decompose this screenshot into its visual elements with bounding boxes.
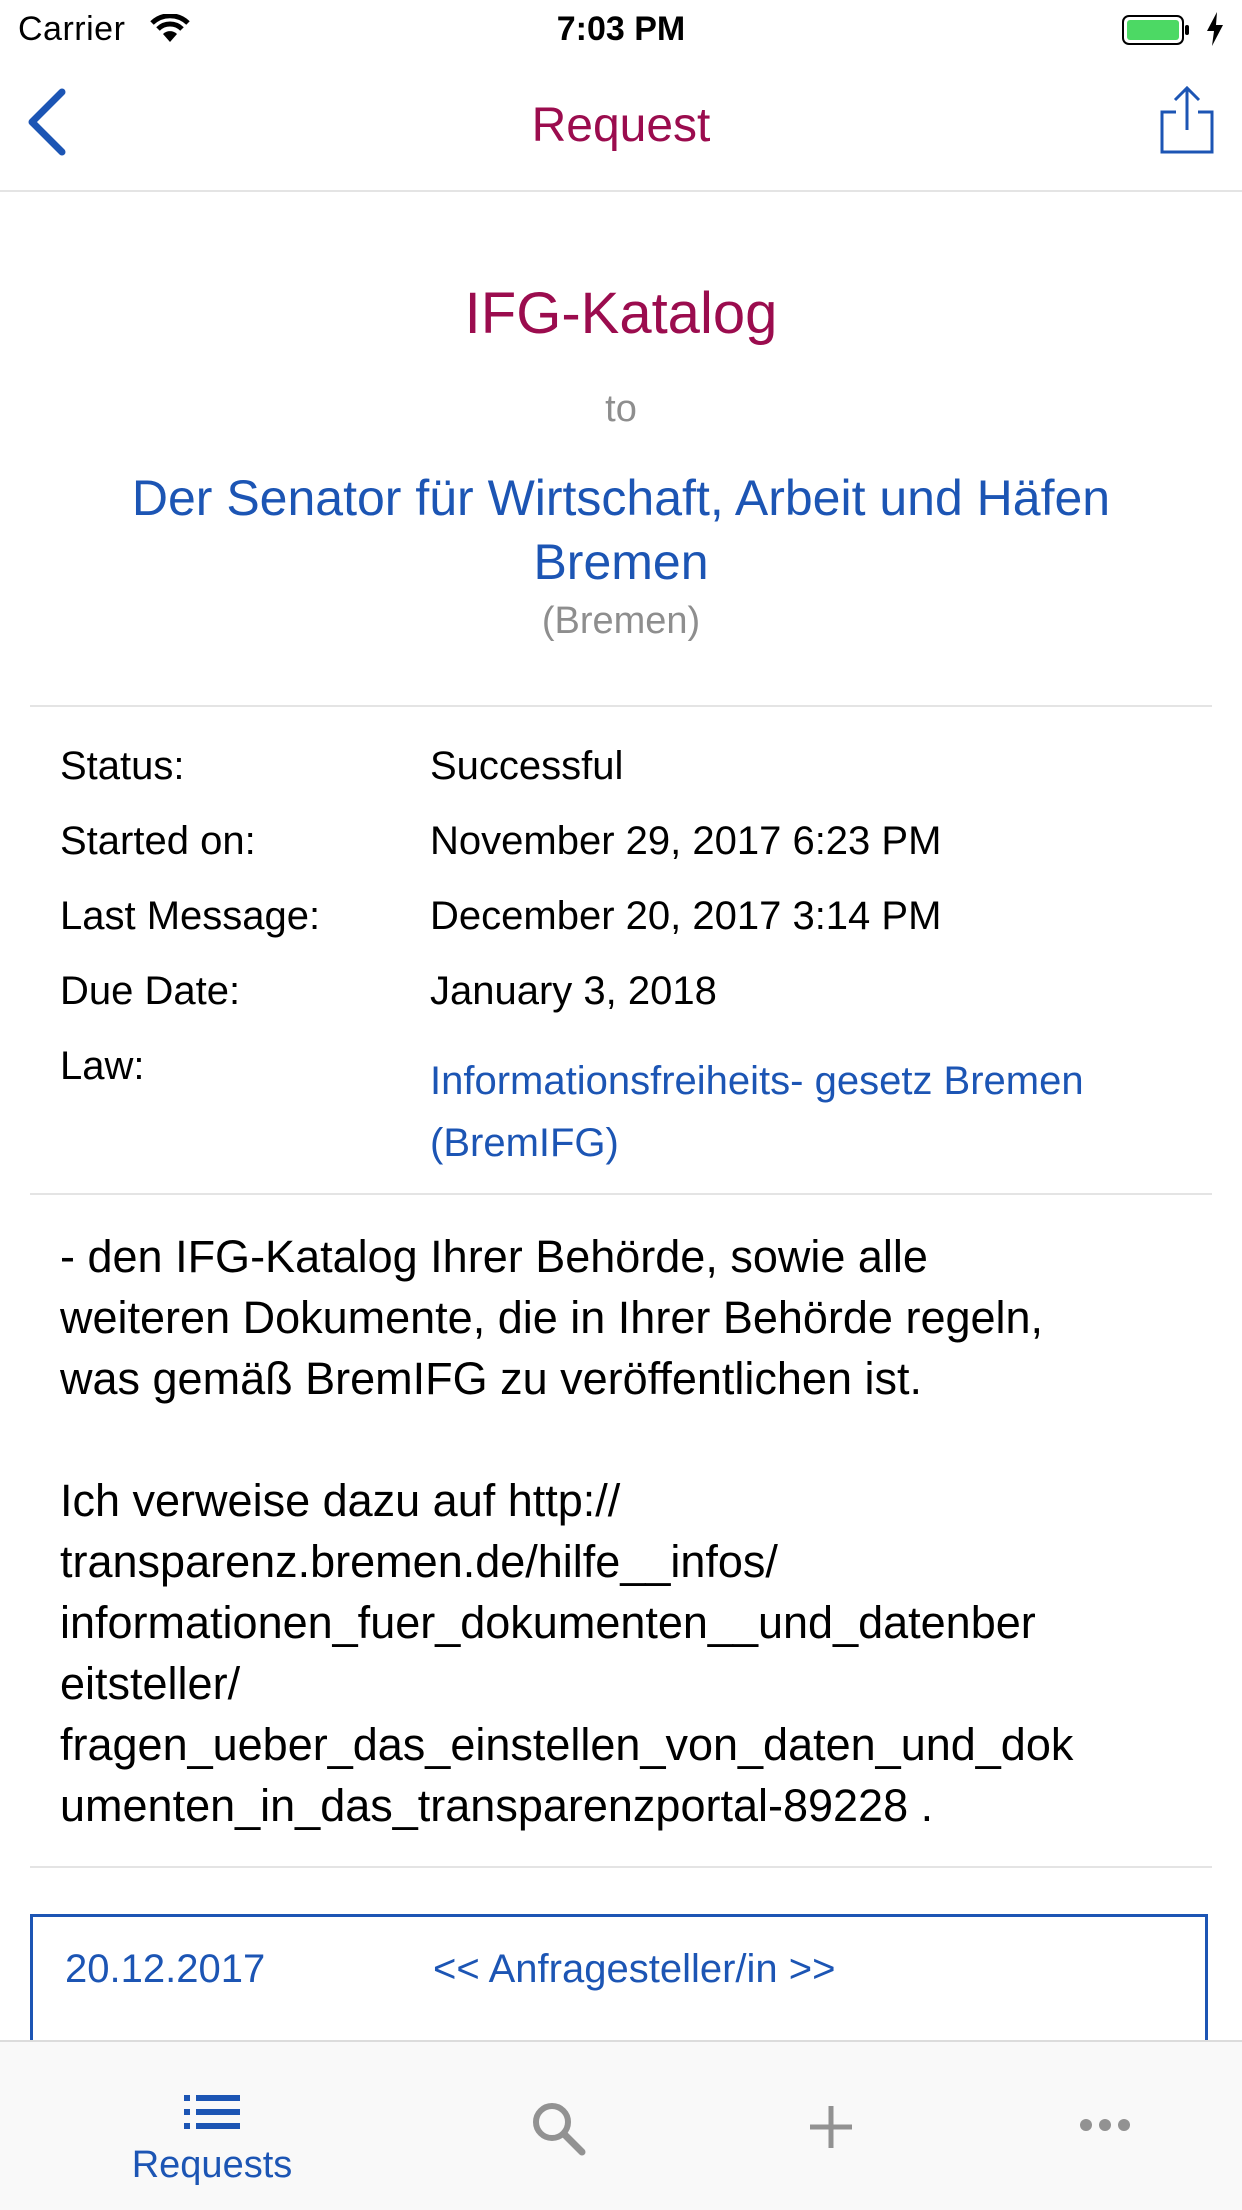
tab-bar: Requests <box>0 2040 1242 2210</box>
status-value: Successful <box>430 744 624 788</box>
last-message-label: Last Message: <box>60 894 321 938</box>
tab-more[interactable] <box>950 2042 1242 2210</box>
search-icon <box>403 2100 713 2161</box>
law-label: Law: <box>60 1044 145 1088</box>
more-icon <box>950 2118 1242 2137</box>
request-title: IFG-Katalog <box>464 281 778 346</box>
started-value: November 29, 2017 6:23 PM <box>430 819 942 863</box>
divider <box>30 1193 1212 1195</box>
request-body-text: - den IFG-Katalog Ihrer Behörde, sowie a… <box>60 1231 1074 1831</box>
page-title: Request <box>531 99 711 152</box>
tab-requests[interactable]: Requests <box>57 2042 367 2210</box>
started-label: Started on: <box>60 819 256 863</box>
last-message-value: December 20, 2017 3:14 PM <box>430 894 942 938</box>
due-date-value: January 3, 2018 <box>430 969 717 1013</box>
status-label: Status: <box>60 744 185 788</box>
list-icon <box>57 2092 367 2137</box>
to-label: to <box>605 388 637 430</box>
tab-search[interactable] <box>403 2042 713 2210</box>
share-button[interactable] <box>1158 84 1216 156</box>
clock: 7:03 PM <box>556 10 686 48</box>
jurisdiction-label: (Bremen) <box>541 600 701 642</box>
divider <box>30 705 1212 707</box>
tab-requests-label: Requests <box>131 2144 293 2186</box>
law-link[interactable]: Informationsfreiheits- gesetz Bremen (Br… <box>430 1050 1190 1174</box>
message-date: 20.12.2017 <box>65 1947 266 1991</box>
battery-icon <box>1122 14 1192 46</box>
status-bar: Carrier 7:03 PM <box>0 0 1242 60</box>
due-date-label: Due Date: <box>60 969 241 1013</box>
divider <box>30 1866 1212 1868</box>
tab-new-request[interactable] <box>676 2042 986 2210</box>
authority-link[interactable]: Der Senator für Wirtschaft, Arbeit und H… <box>60 466 1182 594</box>
message-sender: << Anfragesteller/in >> <box>433 1947 836 1991</box>
plus-icon <box>676 2104 986 2155</box>
navigation-bar: Request <box>0 60 1242 192</box>
charging-icon <box>1205 12 1225 51</box>
